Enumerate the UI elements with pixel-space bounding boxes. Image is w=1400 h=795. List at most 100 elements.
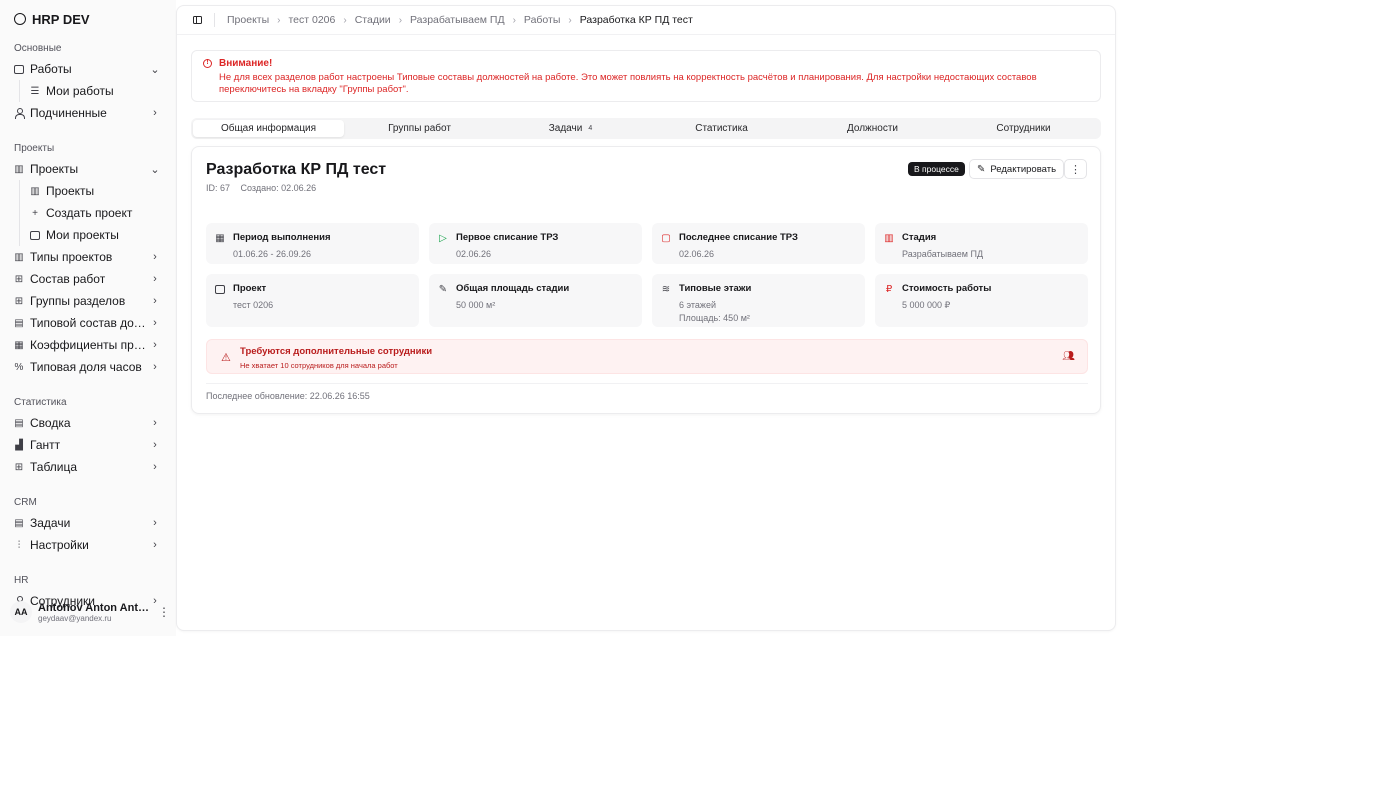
chevron-right-icon: › <box>153 273 157 285</box>
tile-last-writeoff: ▢ Последнее списание ТРЗ 02.06.26 <box>652 223 865 264</box>
tile-stage-area: ✎ Общая площадь стадии 50 000 м² <box>429 274 642 327</box>
user-name: Antonov Anton Antonovi... <box>38 601 152 614</box>
chevron-down-icon: ⌄ <box>150 163 160 176</box>
app-brand[interactable]: HRP DEV <box>10 0 166 38</box>
users-icon[interactable]: 👥︎ <box>1062 351 1075 362</box>
plus-icon: + <box>32 207 38 219</box>
chevron-right-icon: › <box>398 14 403 26</box>
pencil-icon: ✎ <box>977 163 986 175</box>
sidebar-item-subordinates[interactable]: Подчиненные › <box>10 102 166 124</box>
breadcrumb-current: Разработка КР ПД тест <box>579 14 693 26</box>
sidebar-subitem-create-project[interactable]: + Создать проект <box>20 202 166 224</box>
breadcrumb: Проекты › тест 0206 › Стадии › Разрабаты… <box>227 14 693 26</box>
card-meta: ID: 67 Создано: 02.06.26 <box>206 183 316 193</box>
calendar-icon: ▦ <box>215 232 225 244</box>
sidebar-item-work-composition[interactable]: ⊞ Состав работ › <box>10 268 166 290</box>
building-icon: ▥ <box>14 251 24 263</box>
tile-first-writeoff: ▷ Первое списание ТРЗ 02.06.26 <box>429 223 642 264</box>
sidebar-item-settings[interactable]: ⫶ Настройки › <box>10 534 166 556</box>
chevron-right-icon: › <box>153 439 157 451</box>
building-icon: ▥ <box>884 232 894 244</box>
tab-work-groups[interactable]: Группы работ <box>344 120 495 137</box>
building-icon: ▥ <box>14 163 24 175</box>
table-icon: ⊞ <box>14 461 24 473</box>
sidebar-subitem-my-projects[interactable]: Мои проекты <box>20 224 166 246</box>
group-label-statistics: Статистика <box>14 396 67 408</box>
sidebar-subitem-projects[interactable]: ▥ Проекты <box>20 180 166 202</box>
sidebar-item-coefficients[interactable]: ▦ Коэффициенты приведени... › <box>10 334 166 356</box>
breadcrumb-item[interactable]: Работы <box>524 14 560 26</box>
last-updated: Последнее обновление: 22.06.26 16:55 <box>206 391 370 401</box>
more-vertical-icon: ⋮ <box>1070 163 1081 176</box>
breadcrumb-item[interactable]: тест 0206 <box>288 14 335 26</box>
app-title: HRP DEV <box>32 11 90 27</box>
breadcrumb-item[interactable]: Проекты <box>227 14 269 26</box>
sidebar-item-project-types[interactable]: ▥ Типы проектов › <box>10 246 166 268</box>
warning-alert: ! Внимание! Не для всех разделов работ н… <box>191 50 1101 102</box>
logo-icon <box>14 13 26 25</box>
tab-statistics[interactable]: Статистика <box>646 120 797 137</box>
tab-employees[interactable]: Сотрудники <box>948 120 1099 137</box>
ruler-icon: ✎ <box>438 283 448 295</box>
tab-positions[interactable]: Должности <box>797 120 948 137</box>
warning-triangle-icon: ⚠ <box>221 352 231 364</box>
clipboard-icon: ▤ <box>14 317 24 329</box>
tile-project: Проект тест 0206 <box>206 274 419 327</box>
chevron-right-icon: › <box>512 14 516 26</box>
alert-text: Не для всех разделов работ настроены Тип… <box>219 72 1037 95</box>
chevron-right-icon: › <box>153 317 157 329</box>
tab-tasks[interactable]: Задачи 4 <box>495 120 646 137</box>
sidebar-item-projects[interactable]: ▥ Проекты ⌄ <box>10 158 166 180</box>
layout-icon: ⊞ <box>14 295 24 307</box>
sidebar-item-section-groups[interactable]: ⊞ Группы разделов › <box>10 290 166 312</box>
sidebar-item-typical-hours-share[interactable]: % Типовая доля часов › <box>10 356 166 378</box>
chevron-right-icon: › <box>153 417 157 429</box>
chevron-right-icon: › <box>153 295 157 307</box>
sidebar-item-table[interactable]: ⊞ Таблица › <box>10 456 166 478</box>
more-options-button[interactable]: ⋮ <box>1064 159 1087 179</box>
breadcrumb-item[interactable]: Разрабатываем ПД <box>410 14 505 26</box>
tile-stage: ▥ Стадия Разрабатываем ПД <box>875 223 1088 264</box>
breadcrumb-item[interactable]: Стадии <box>355 14 391 26</box>
tile-period: ▦ Период выполнения 01.06.26 - 26.09.26 <box>206 223 419 264</box>
more-vertical-icon[interactable]: ⋮ <box>158 605 170 619</box>
sidebar-item-typical-positions[interactable]: ▤ Типовой состав должност... › <box>10 312 166 334</box>
tab-count-badge: 4 <box>588 125 593 132</box>
alert-title: Внимание! <box>219 58 273 69</box>
alert-circle-icon: ! <box>203 59 212 68</box>
chevron-down-icon: ⌄ <box>150 63 160 76</box>
sidebar-toggle-icon[interactable] <box>193 16 202 24</box>
chevron-right-icon: › <box>153 339 157 351</box>
sliders-icon: ⫶ <box>17 539 21 551</box>
sidebar-subitem-my-works[interactable]: ☰ Мои работы <box>20 80 166 102</box>
chevron-right-icon: › <box>153 517 157 529</box>
user-email: geydaav@yandex.ru <box>38 613 112 623</box>
briefcase-icon <box>215 284 225 294</box>
stop-icon: ▢ <box>661 232 671 244</box>
tile-work-cost: ₽ Стоимость работы 5 000 000 ₽ <box>875 274 1088 327</box>
layers-icon: ≋ <box>661 283 671 295</box>
chevron-right-icon: › <box>153 461 157 473</box>
sidebar-item-tasks[interactable]: ▤ Задачи › <box>10 512 166 534</box>
building-icon: ▥ <box>30 185 40 197</box>
group-label-hr: HR <box>14 574 29 586</box>
sidebar-item-gantt[interactable]: ▟ Гантт › <box>10 434 166 456</box>
chevron-right-icon: › <box>568 14 572 26</box>
play-icon: ▷ <box>439 232 447 244</box>
tile-typical-floors: ≋ Типовые этажи 6 этажей Площадь: 450 м² <box>652 274 865 327</box>
chevron-right-icon: › <box>153 251 157 263</box>
sidebar-item-works[interactable]: Работы ⌄ <box>10 58 166 80</box>
work-card: Разработка КР ПД тест ID: 67 Создано: 02… <box>191 146 1101 414</box>
user-menu[interactable]: AA Antonov Anton Antonovi... geydaav@yan… <box>10 598 170 626</box>
status-badge: В процессе <box>908 162 965 176</box>
tab-general-info[interactable]: Общая информация <box>193 120 344 137</box>
percent-icon: % <box>14 361 24 373</box>
briefcase-icon <box>14 64 24 74</box>
warning-text: Не хватает 10 сотрудников для начала раб… <box>240 361 398 370</box>
briefcase-icon <box>30 230 40 240</box>
avatar: AA <box>10 601 32 623</box>
sidebar-item-summary[interactable]: ▤ Сводка › <box>10 412 166 434</box>
edit-button[interactable]: ✎ Редактировать <box>969 159 1065 179</box>
divider <box>206 383 1088 384</box>
chevron-right-icon: › <box>153 107 157 119</box>
